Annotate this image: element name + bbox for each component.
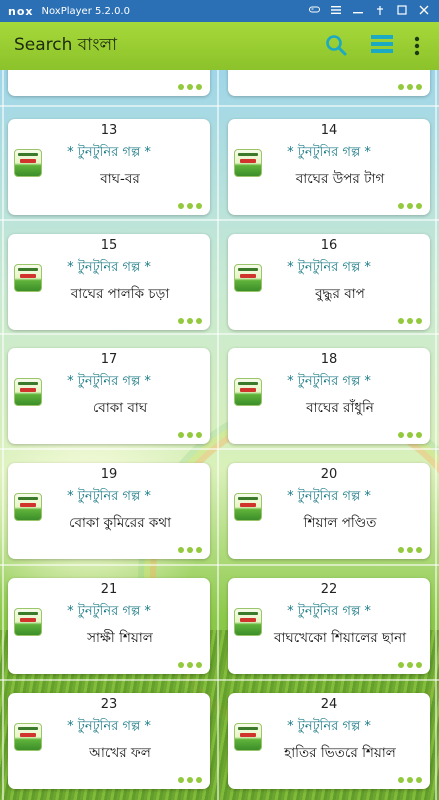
story-number: 14 <box>320 123 338 138</box>
more-dots-icon[interactable] <box>178 318 202 324</box>
more-dots-icon[interactable] <box>178 203 202 209</box>
close-icon[interactable] <box>419 5 429 18</box>
story-title: বোকা কুমিরের কথা <box>68 515 172 531</box>
pin-icon[interactable] <box>375 5 385 18</box>
story-card[interactable]: 17 * টুনটুনির গল্প * বোকা বাঘ <box>8 348 210 444</box>
story-card[interactable]: 24 * টুনটুনির গল্প * হাতির ভিতরে শিয়াল <box>228 693 430 789</box>
story-card[interactable]: 19 * টুনটুনির গল্প * বোকা কুমিরের কথা <box>8 463 210 559</box>
app-toolbar: Search বাংলা <box>0 22 439 70</box>
nox-logo: nox <box>8 4 34 18</box>
story-card[interactable] <box>228 70 430 96</box>
story-title: শিয়াল পণ্ডিত <box>303 515 377 531</box>
more-dots-icon[interactable] <box>178 777 202 783</box>
more-dots-icon[interactable] <box>398 318 422 324</box>
menu-icon[interactable] <box>331 5 341 17</box>
page-title: Search বাংলা <box>14 35 118 55</box>
story-title: বাঘের পালকি চড়া <box>70 286 170 302</box>
grid-divider <box>0 219 439 221</box>
story-card[interactable] <box>8 70 210 96</box>
grid-divider <box>435 70 437 800</box>
gamepad-icon[interactable] <box>309 5 320 17</box>
more-dots-icon[interactable] <box>398 84 422 90</box>
grid-divider <box>0 679 439 681</box>
story-title: সাক্ষী শিয়াল <box>87 630 153 646</box>
story-number: 15 <box>100 238 118 253</box>
story-card[interactable]: 20 * টুনটুনির গল্প * শিয়াল পণ্ডিত <box>228 463 430 559</box>
more-dots-icon[interactable] <box>398 203 422 209</box>
story-card[interactable]: 23 * টুনটুনির গল্প * আখের ফল <box>8 693 210 789</box>
story-title: আখের ফল <box>89 745 151 761</box>
story-title: বাঘের রাঁধুনি <box>306 400 374 416</box>
maximize-icon[interactable] <box>397 4 407 18</box>
more-dots-icon[interactable] <box>398 662 422 668</box>
story-title: বাঘখেকো শিয়ালের ছানা <box>273 630 407 646</box>
story-number: 20 <box>320 467 338 482</box>
story-card[interactable]: 13 * টুনটুনির গল্প * বাঘ-বর <box>8 119 210 215</box>
grid-divider <box>0 564 439 566</box>
search-icon[interactable] <box>325 34 347 60</box>
story-card[interactable]: 21 * টুনটুনির গল্প * সাক্ষী শিয়াল <box>8 578 210 674</box>
grid-divider <box>0 333 439 335</box>
overflow-menu-icon[interactable] <box>414 36 420 60</box>
story-number: 18 <box>320 352 338 367</box>
story-number: 23 <box>100 697 118 712</box>
story-title: বুদ্ধুর বাপ <box>315 286 365 302</box>
grid-divider <box>0 448 439 450</box>
story-title: বোকা বাঘ <box>92 400 148 416</box>
grid-divider <box>2 70 4 800</box>
story-number: 17 <box>100 352 118 367</box>
more-dots-icon[interactable] <box>178 432 202 438</box>
more-dots-icon[interactable] <box>398 432 422 438</box>
story-card[interactable]: 16 * টুনটুনির গল্প * বুদ্ধুর বাপ <box>228 234 430 330</box>
story-grid[interactable]: 13 * টুনটুনির গল্প * বাঘ-বর 14 * টুনটুনির গল… <box>0 70 439 800</box>
story-title: বাঘ-বর <box>100 171 140 187</box>
grid-divider <box>217 70 219 800</box>
story-card[interactable]: 14 * টুনটুনির গল্প * বাঘের উপর টাগ <box>228 119 430 215</box>
window-titlebar: nox NoxPlayer 5.2.0.0 <box>0 0 439 22</box>
window-controls <box>309 4 429 18</box>
story-title: হাতির ভিতরে শিয়াল <box>284 745 396 761</box>
story-number: 19 <box>100 467 118 482</box>
story-number: 22 <box>320 582 338 597</box>
story-number: 24 <box>320 697 338 712</box>
story-number: 21 <box>100 582 118 597</box>
story-card[interactable]: 22 * টুনটুনির গল্প * বাঘখেকো শিয়ালের ছানা <box>228 578 430 674</box>
story-card[interactable]: 18 * টুনটুনির গল্প * বাঘের রাঁধুনি <box>228 348 430 444</box>
grid-divider <box>0 105 439 107</box>
story-title: বাঘের উপর টাগ <box>295 171 385 187</box>
minimize-icon[interactable] <box>353 6 363 17</box>
window-title: NoxPlayer 5.2.0.0 <box>41 5 130 17</box>
story-number: 16 <box>320 238 338 253</box>
list-view-icon[interactable] <box>371 34 393 58</box>
story-card[interactable]: 15 * টুনটুনির গল্প * বাঘের পালকি চড়া <box>8 234 210 330</box>
story-number: 13 <box>100 123 118 138</box>
more-dots-icon[interactable] <box>178 84 202 90</box>
more-dots-icon[interactable] <box>178 547 202 553</box>
more-dots-icon[interactable] <box>398 777 422 783</box>
more-dots-icon[interactable] <box>398 547 422 553</box>
more-dots-icon[interactable] <box>178 662 202 668</box>
